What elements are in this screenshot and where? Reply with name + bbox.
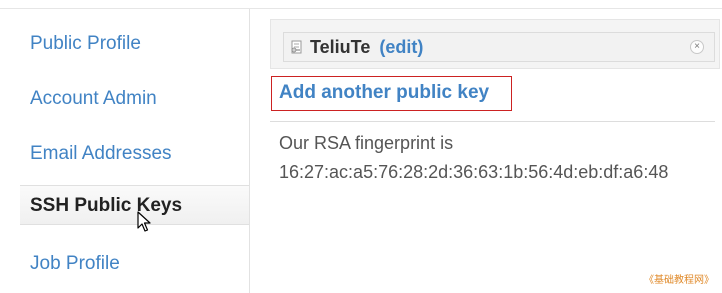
mouse-pointer-icon: [137, 211, 151, 232]
sidebar-item-label: SSH Public Keys: [30, 195, 183, 216]
key-title: TeliuTe (edit): [310, 37, 423, 58]
close-icon[interactable]: ×: [690, 40, 704, 54]
sidebar-item-job-profile[interactable]: Job Profile: [30, 252, 120, 276]
section-divider: [270, 121, 715, 122]
key-row: TeliuTe (edit) ×: [283, 32, 715, 62]
key-icon: [291, 40, 302, 54]
sidebar-item-account-admin[interactable]: Account Admin: [30, 87, 157, 111]
key-name: TeliuTe: [310, 37, 371, 57]
edit-key-link[interactable]: (edit): [379, 37, 423, 57]
settings-sidebar: Public Profile Account Admin Email Addre…: [0, 9, 250, 293]
fingerprint-label: Our RSA fingerprint is: [279, 133, 454, 153]
add-key-highlight: Add another public key: [271, 76, 512, 111]
sidebar-item-public-profile[interactable]: Public Profile: [30, 32, 141, 56]
watermark: 《基础教程网》: [644, 275, 714, 286]
fingerprint-value: 16:27:ac:a5:76:28:2d:36:63:1b:56:4d:eb:d…: [279, 162, 669, 182]
add-public-key-link[interactable]: Add another public key: [279, 82, 489, 104]
key-list: TeliuTe (edit) ×: [270, 19, 720, 69]
sidebar-item-email-addresses[interactable]: Email Addresses: [30, 142, 172, 166]
sidebar-item-ssh-public-keys[interactable]: SSH Public Keys: [20, 185, 249, 225]
ssh-keys-panel: TeliuTe (edit) × Add another public key …: [250, 9, 722, 293]
